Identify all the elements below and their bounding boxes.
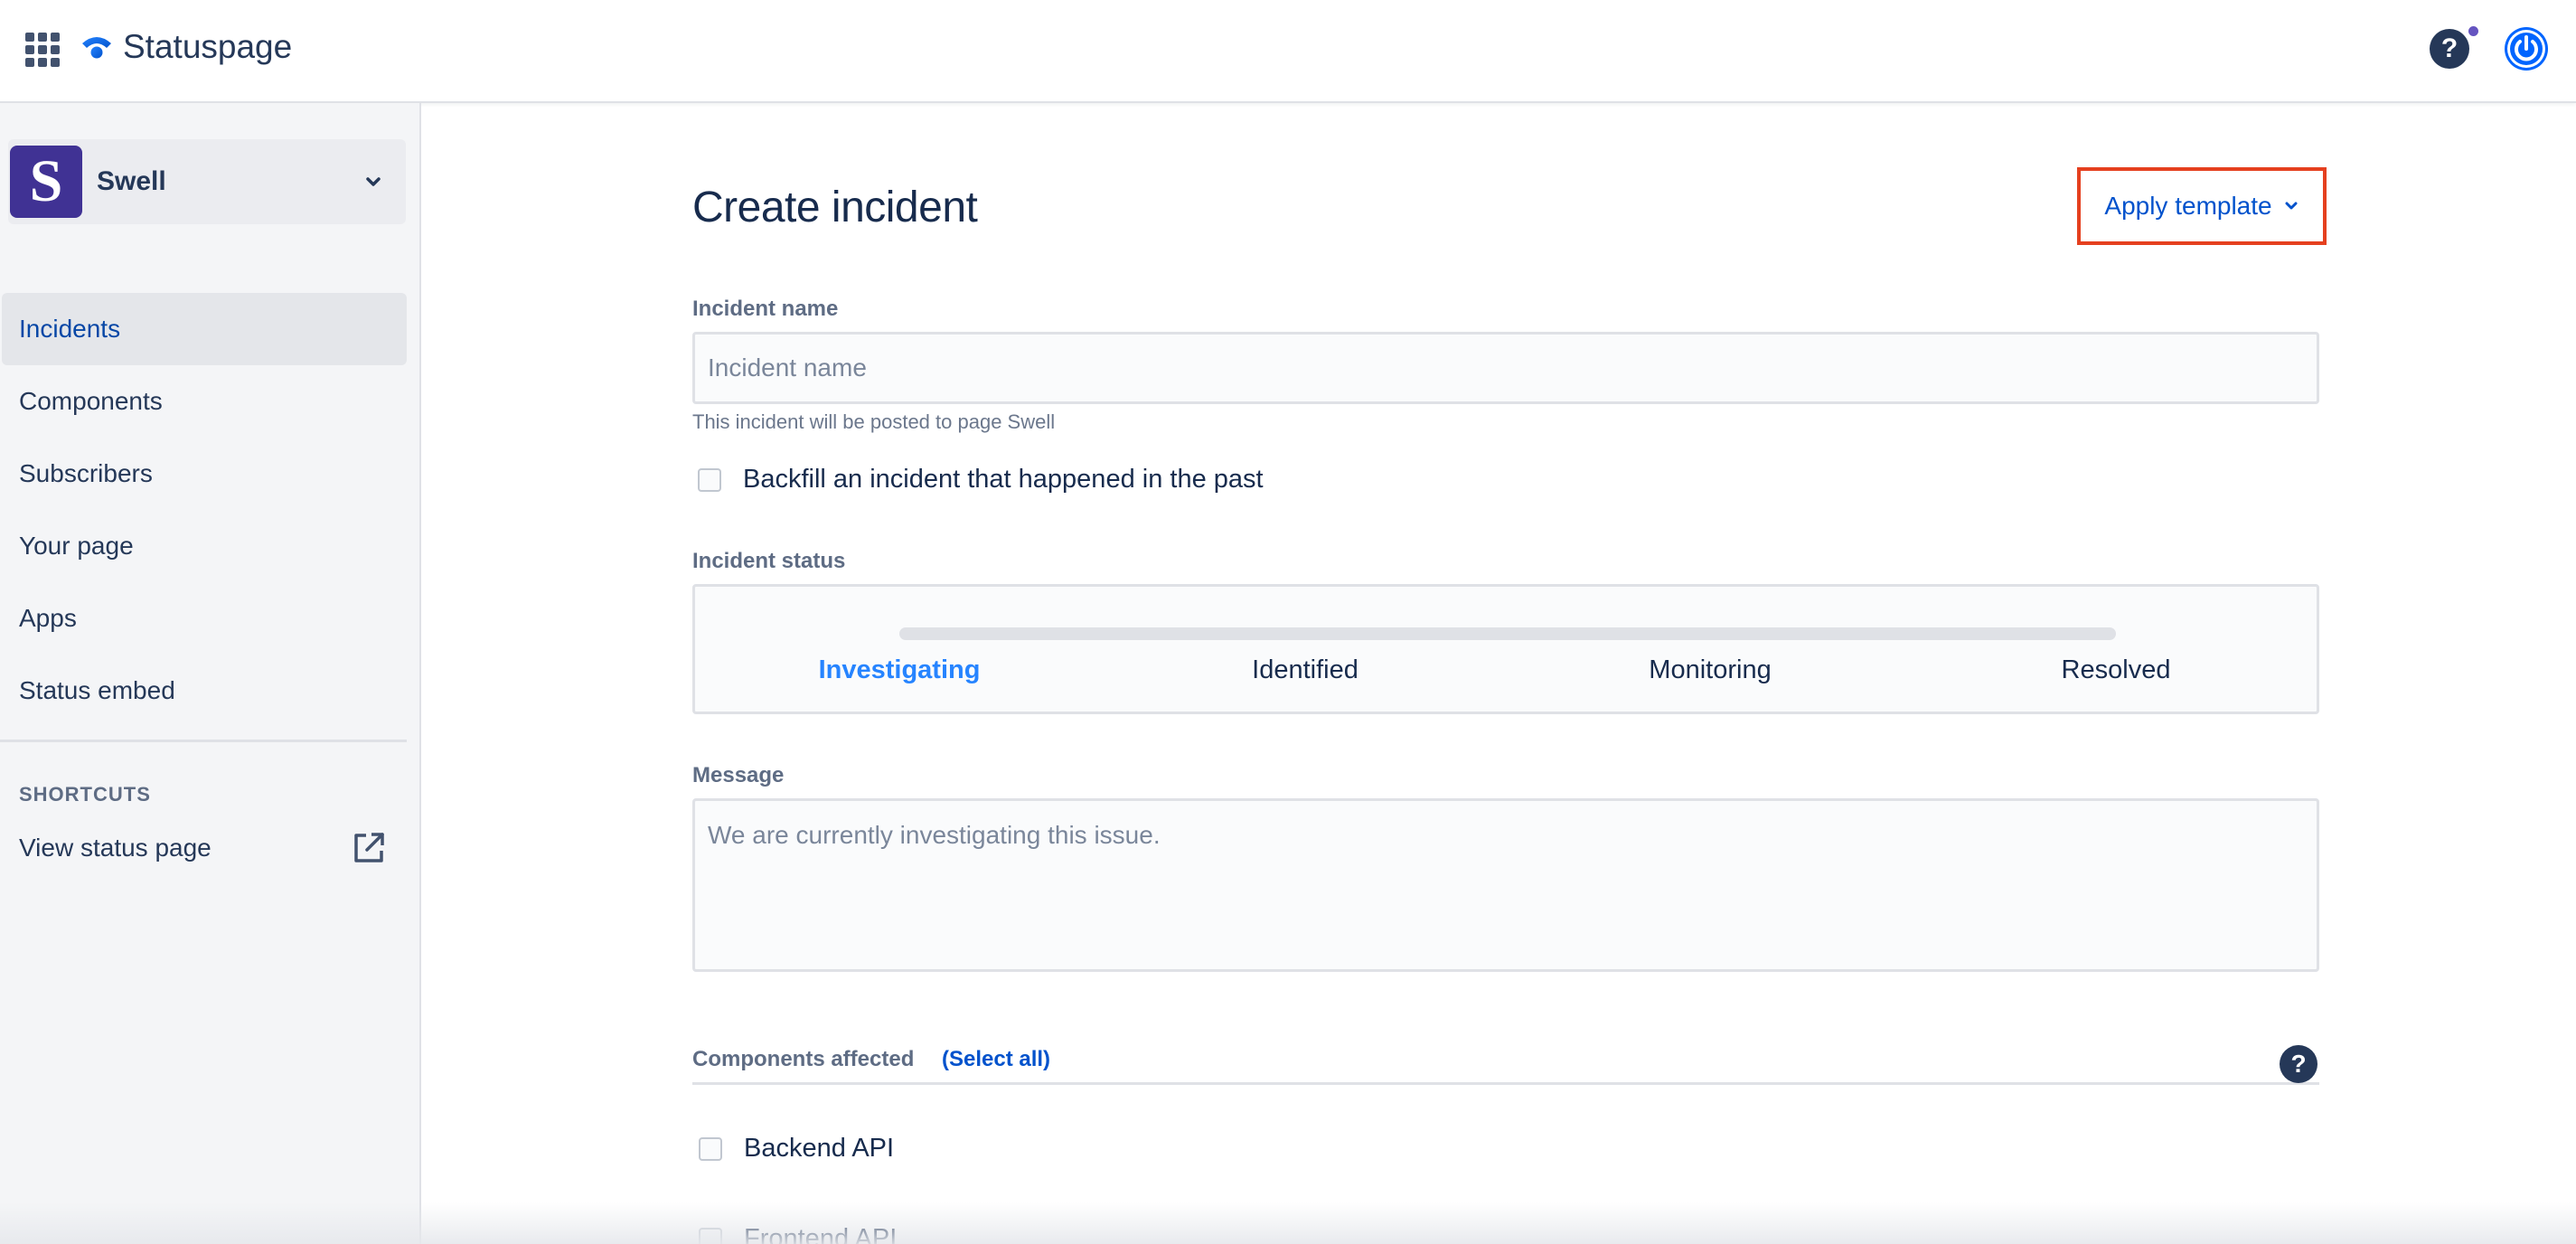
- status-investigating[interactable]: Investigating: [819, 655, 981, 685]
- backfill-checkbox[interactable]: [698, 467, 721, 492]
- app-name: Statuspage: [123, 28, 293, 65]
- sidebar-divider: [0, 740, 407, 742]
- backfill-row: Backfill an incident that happened in th…: [698, 465, 1264, 495]
- frontend-api-checkbox[interactable]: [699, 1227, 722, 1244]
- notification-dot: [2467, 24, 2480, 38]
- component-label: Frontend API: [744, 1224, 898, 1244]
- incident-name-helper: This incident will be posted to page Swe…: [692, 410, 1056, 433]
- sidebar-item-apps[interactable]: Apps: [0, 582, 407, 655]
- top-bar: Statuspage ?: [0, 0, 2576, 103]
- page-name: Swell: [97, 166, 166, 196]
- view-status-page-link[interactable]: View status page: [0, 819, 407, 877]
- page-avatar: S: [10, 146, 82, 218]
- brand[interactable]: Statuspage: [80, 25, 292, 69]
- external-link-icon[interactable]: [351, 830, 387, 866]
- components-header: Components affected (Select all) ?: [692, 1045, 2319, 1085]
- status-resolved[interactable]: Resolved: [2062, 655, 2171, 685]
- component-label: Backend API: [744, 1134, 895, 1163]
- sidebar: S Swell Incidents Components Subscribers…: [0, 103, 421, 1244]
- components-affected-label: Components affected: [692, 1047, 915, 1071]
- backfill-label: Backfill an incident that happened in th…: [743, 465, 1264, 494]
- app-grid-icon[interactable]: [25, 33, 60, 67]
- shortcuts-heading: SHORTCUTS: [19, 783, 151, 806]
- sidebar-item-subscribers[interactable]: Subscribers: [0, 438, 407, 510]
- apply-template-label: Apply template: [2104, 192, 2272, 220]
- question-icon[interactable]: ?: [2430, 29, 2469, 69]
- component-row-backend: Backend API: [699, 1134, 894, 1164]
- power-icon[interactable]: [2503, 25, 2550, 72]
- statuspage-logo-icon: [82, 37, 111, 59]
- incident-name-input[interactable]: [692, 332, 2319, 404]
- chevron-down-icon: [2285, 202, 2298, 210]
- chevron-down-icon: [366, 177, 381, 186]
- shortcut-label: View status page: [19, 834, 212, 862]
- sidebar-item-incidents[interactable]: Incidents: [2, 293, 407, 365]
- backend-api-checkbox[interactable]: [699, 1136, 722, 1161]
- select-all-link[interactable]: (Select all): [942, 1047, 1050, 1072]
- message-textarea[interactable]: [692, 798, 2319, 972]
- incident-status-label: Incident status: [692, 549, 846, 573]
- incident-status-selector: Investigating Identified Monitoring Reso…: [692, 584, 2319, 714]
- page-switcher[interactable]: S Swell: [8, 139, 406, 224]
- question-icon[interactable]: ?: [2280, 1045, 2317, 1083]
- apply-template-button[interactable]: Apply template: [2077, 167, 2327, 245]
- incident-name-label: Incident name: [692, 297, 839, 321]
- sidebar-item-components[interactable]: Components: [0, 365, 407, 438]
- sidebar-nav: Incidents Components Subscribers Your pa…: [0, 293, 407, 727]
- page-title: Create incident: [692, 184, 978, 231]
- status-monitoring[interactable]: Monitoring: [1649, 655, 1771, 685]
- status-progress-track: [899, 627, 2116, 640]
- component-row-frontend: Frontend API: [699, 1224, 897, 1244]
- status-identified[interactable]: Identified: [1252, 655, 1359, 685]
- sidebar-item-your-page[interactable]: Your page: [0, 510, 407, 582]
- message-label: Message: [692, 763, 785, 787]
- sidebar-item-status-embed[interactable]: Status embed: [0, 655, 407, 727]
